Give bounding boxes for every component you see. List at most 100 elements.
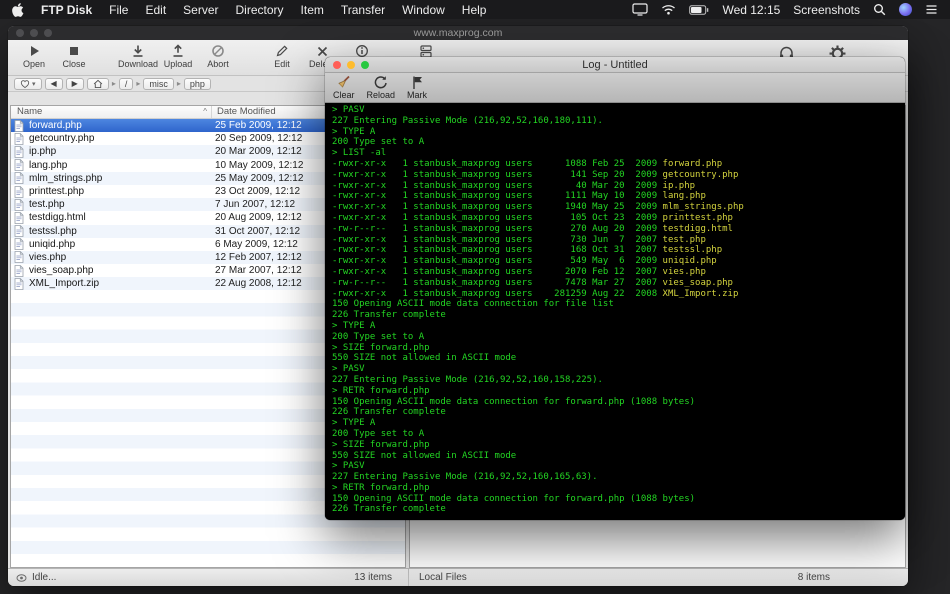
- main-titlebar[interactable]: www.maxprog.com: [8, 26, 908, 40]
- file-name: forward.php: [26, 120, 210, 131]
- display-icon[interactable]: [632, 3, 648, 16]
- log-line: 227 Entering Passive Mode (216,92,52,160…: [332, 116, 898, 127]
- log-line: 550 SIZE not allowed in ASCII mode: [332, 353, 898, 364]
- sort-ascending-icon: ^: [203, 107, 207, 116]
- document-icon: [14, 212, 26, 224]
- back-button[interactable]: ◀: [45, 78, 63, 90]
- reload-button[interactable]: Reload: [367, 75, 396, 100]
- local-item-count: 8 items: [798, 572, 830, 583]
- document-icon: [14, 251, 26, 263]
- log-line: > PASV: [332, 461, 898, 472]
- log-filename: testdigg.html: [663, 224, 733, 234]
- reload-icon: [373, 75, 388, 90]
- document-icon: [14, 133, 26, 145]
- log-line: 226 Transfer complete: [332, 407, 898, 418]
- menu-item[interactable]: Directory: [236, 3, 284, 17]
- menubar-clock[interactable]: Wed 12:15: [722, 3, 780, 17]
- menu-item[interactable]: Help: [462, 3, 487, 17]
- clear-label: Clear: [333, 90, 355, 100]
- log-line: > PASV: [332, 105, 898, 116]
- file-date-modified: 25 Feb 2009, 12:12: [210, 120, 302, 131]
- menubar-items: File Edit Server Directory Item Transfer Windo…: [109, 3, 486, 17]
- close-button[interactable]: Close: [54, 43, 94, 69]
- file-date-modified: 27 Mar 2007, 12:12: [210, 265, 302, 276]
- menu-item[interactable]: Item: [301, 3, 324, 17]
- upload-button[interactable]: Upload: [158, 43, 198, 69]
- column-header-name[interactable]: Name ^: [11, 106, 212, 118]
- path-segment-misc[interactable]: misc: [143, 78, 174, 90]
- log-line: -rwxr-xr-x 1 stanbusk_maxprog users 168 …: [332, 245, 898, 256]
- path-segment-php[interactable]: php: [184, 78, 211, 90]
- abort-button[interactable]: Abort: [198, 43, 238, 69]
- minimize-window-icon: [30, 29, 38, 37]
- path-separator: ▸: [177, 80, 181, 88]
- play-icon: [28, 43, 41, 59]
- battery-icon[interactable]: [689, 5, 709, 15]
- path-segment-root[interactable]: /: [119, 78, 134, 90]
- wifi-icon[interactable]: [661, 4, 676, 15]
- log-traffic-lights[interactable]: [333, 61, 369, 69]
- log-line: -rwxr-xr-x 1 stanbusk_maxprog users 1111…: [332, 191, 898, 202]
- zoom-window-icon: [361, 61, 369, 69]
- log-line: 200 Type set to A: [332, 137, 898, 148]
- mark-button[interactable]: Mark: [407, 75, 427, 100]
- log-line: 227 Entering Passive Mode (216,92,52,160…: [332, 472, 898, 483]
- menubar-screenshots-item[interactable]: Screenshots: [793, 3, 860, 17]
- document-icon: [14, 186, 26, 198]
- file-date-modified: 25 May 2009, 12:12: [210, 173, 303, 184]
- heart-icon: [20, 79, 30, 89]
- menu-item[interactable]: Edit: [145, 3, 166, 17]
- minimize-window-icon: [347, 61, 355, 69]
- file-date-modified: 6 May 2009, 12:12: [210, 239, 298, 250]
- search-icon[interactable]: [873, 3, 886, 16]
- menu-item[interactable]: Transfer: [341, 3, 385, 17]
- abort-label: Abort: [207, 59, 229, 69]
- log-line: 227 Entering Passive Mode (216,92,52,160…: [332, 375, 898, 386]
- notification-center-icon[interactable]: [925, 4, 938, 15]
- siri-icon[interactable]: [899, 3, 912, 16]
- download-label: Download: [118, 59, 158, 69]
- document-icon: [14, 146, 26, 158]
- app-menu-title[interactable]: FTP Disk: [41, 3, 92, 17]
- file-date-modified: 31 Oct 2007, 12:12: [210, 226, 300, 237]
- edit-button[interactable]: Edit: [262, 43, 302, 69]
- file-date-modified: 20 Sep 2009, 12:12: [210, 133, 302, 144]
- log-line: 150 Opening ASCII mode data connection f…: [332, 397, 898, 408]
- abort-icon: [211, 43, 225, 59]
- open-button[interactable]: Open: [14, 43, 54, 69]
- log-filename: mlm_strings.php: [663, 202, 744, 212]
- remote-item-count: 13 items: [354, 572, 408, 583]
- document-icon: [14, 172, 26, 184]
- log-line: -rwxr-xr-x 1 stanbusk_maxprog users 730 …: [332, 235, 898, 246]
- log-line: -rwxr-xr-x 1 stanbusk_maxprog users 141 …: [332, 170, 898, 181]
- traffic-lights[interactable]: [16, 29, 52, 37]
- favorites-button[interactable]: ▾: [14, 78, 42, 90]
- file-name: mlm_strings.php: [26, 173, 210, 184]
- log-line: -rwxr-xr-x 1 stanbusk_maxprog users 1940…: [332, 202, 898, 213]
- document-icon: [14, 120, 26, 132]
- clear-button[interactable]: Clear: [333, 75, 355, 100]
- menu-bar: FTP Disk File Edit Server Directory Item Tran…: [0, 0, 950, 19]
- path-separator: ▸: [136, 80, 140, 88]
- log-terminal[interactable]: > PASV 227 Entering Passive Mode (216,92…: [325, 103, 905, 520]
- home-icon: [93, 79, 103, 89]
- download-icon: [131, 43, 145, 59]
- menu-item[interactable]: File: [109, 3, 128, 17]
- forward-button[interactable]: ▶: [66, 78, 84, 90]
- back-icon: ◀: [51, 79, 57, 88]
- log-filename: getcountry.php: [663, 170, 739, 180]
- window-title: www.maxprog.com: [414, 27, 503, 39]
- zoom-window-icon: [44, 29, 52, 37]
- document-icon: [14, 238, 26, 250]
- log-titlebar[interactable]: Log - Untitled: [325, 57, 905, 73]
- mark-label: Mark: [407, 90, 427, 100]
- download-button[interactable]: Download: [118, 43, 158, 69]
- log-line: 150 Opening ASCII mode data connection f…: [332, 494, 898, 505]
- apple-icon[interactable]: [12, 3, 24, 17]
- menu-item[interactable]: Window: [402, 3, 445, 17]
- home-button[interactable]: [87, 78, 109, 90]
- file-date-modified: 22 Aug 2008, 12:12: [210, 278, 302, 289]
- column-header-date-modified[interactable]: Date Modified: [212, 106, 276, 118]
- log-line: -rwxr-xr-x 1 stanbusk_maxprog users 2070…: [332, 267, 898, 278]
- menu-item[interactable]: Server: [183, 3, 218, 17]
